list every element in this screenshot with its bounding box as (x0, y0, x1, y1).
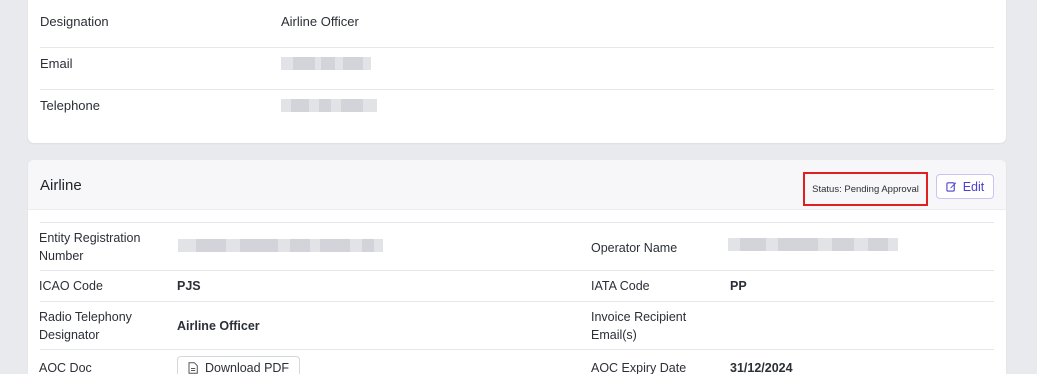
airline-card-header: Airline Status: Pending Approval Edit (28, 160, 1006, 210)
iata-value: PP (730, 279, 747, 293)
designation-row: Designation Airline Officer (40, 0, 994, 42)
invoice-recipient-label: Invoice Recipient Email(s) (591, 310, 687, 342)
airline-title: Airline (40, 177, 82, 194)
status-highlight-box: Status: Pending Approval (803, 172, 928, 206)
divider (40, 222, 994, 223)
radio-telephony-label: Radio Telephony Designator (39, 310, 132, 342)
icao-value: PJS (177, 279, 201, 293)
edit-icon (946, 182, 956, 192)
divider (40, 270, 994, 271)
edit-button[interactable]: Edit (936, 174, 994, 199)
email-row: Email (40, 42, 994, 84)
entity-registration-label: Entity Registration Number (39, 231, 141, 263)
email-label: Email (40, 55, 73, 71)
divider (40, 301, 994, 302)
entity-registration-redacted-value (178, 239, 383, 252)
telephone-redacted-value (281, 98, 377, 112)
telephone-label: Telephone (40, 97, 100, 113)
telephone-row: Telephone (40, 84, 994, 126)
contact-card: Designation Airline Officer Email Teleph… (28, 0, 1006, 143)
icao-label: ICAO Code (39, 279, 103, 293)
designation-label: Designation (40, 13, 109, 29)
iata-label: IATA Code (591, 279, 650, 293)
operator-name-redacted-value (728, 238, 898, 251)
aoc-expiry-value: 31/12/2024 (730, 361, 793, 374)
download-pdf-button[interactable]: Download PDF (177, 356, 301, 374)
aoc-doc-label: AOC Doc (39, 361, 92, 374)
aoc-expiry-label: AOC Expiry Date (591, 361, 687, 374)
download-pdf-label: Download PDF (205, 361, 290, 374)
designation-value: Airline Officer (281, 13, 359, 29)
edit-label: Edit (962, 179, 985, 194)
airline-card: Airline Status: Pending Approval Edit En… (28, 160, 1006, 374)
document-icon (188, 362, 198, 374)
email-redacted-value (281, 56, 371, 70)
operator-name-label: Operator Name (591, 241, 678, 255)
divider (40, 349, 994, 350)
radio-telephony-value: Airline Officer (177, 319, 260, 333)
status-badge: Status: Pending Approval (812, 183, 919, 195)
